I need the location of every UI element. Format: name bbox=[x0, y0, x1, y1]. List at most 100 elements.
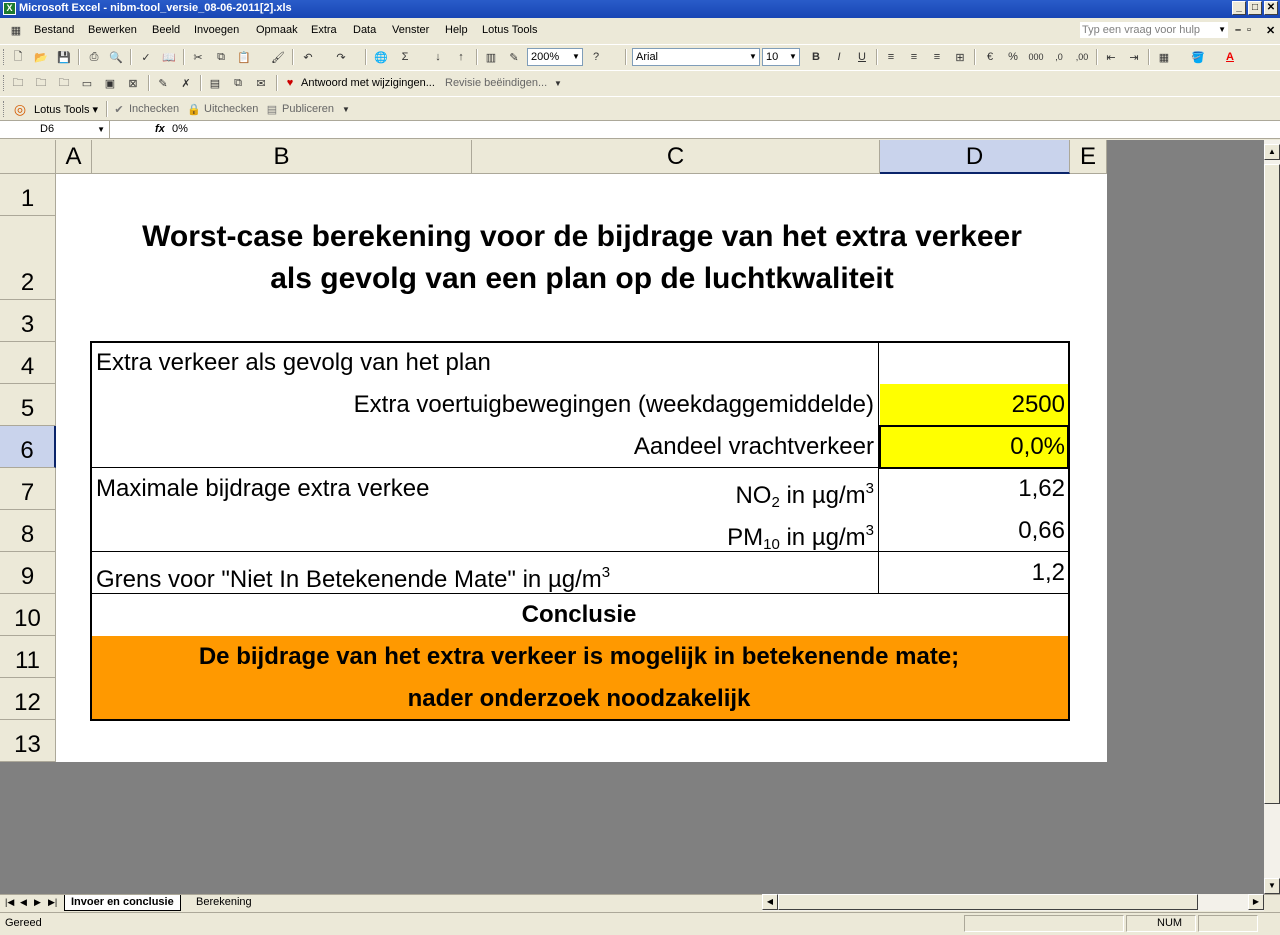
excel-app-icon[interactable]: X bbox=[3, 2, 16, 15]
maximize-button[interactable]: □ bbox=[1248, 1, 1262, 15]
row-header-12[interactable]: 12 bbox=[0, 678, 56, 720]
horizontal-scrollbar[interactable]: ◀ ▶ bbox=[762, 894, 1264, 911]
next-sheet-icon[interactable]: ▶ bbox=[34, 897, 41, 908]
zoom-select[interactable]: 200% ▼ bbox=[527, 48, 583, 66]
toolbar-grip[interactable] bbox=[3, 49, 7, 65]
workbook-icon[interactable]: ▦ bbox=[8, 22, 24, 38]
row-header-5[interactable]: 5 bbox=[0, 384, 56, 426]
drawing-icon[interactable]: ✎ bbox=[506, 49, 522, 65]
row-header-3[interactable]: 3 bbox=[0, 300, 56, 342]
italic-button[interactable]: I bbox=[831, 49, 847, 65]
scroll-up-button[interactable]: ▲ bbox=[1264, 144, 1280, 160]
menu-lotus-tools[interactable]: Lotus Tools bbox=[482, 24, 537, 36]
doc-restore-button[interactable]: ▫ bbox=[1247, 24, 1251, 36]
menu-opmaak[interactable]: Opmaak bbox=[256, 24, 298, 36]
row-header-4[interactable]: 4 bbox=[0, 342, 56, 384]
doc-minimize-button[interactable]: – bbox=[1235, 24, 1241, 36]
chart-wizard-icon[interactable]: ▥ bbox=[483, 49, 499, 65]
scroll-left-button[interactable]: ◀ bbox=[762, 894, 778, 910]
font-color-button[interactable]: A bbox=[1222, 49, 1238, 65]
align-center-icon[interactable]: ≡ bbox=[906, 49, 922, 65]
minimize-button[interactable]: _ bbox=[1232, 1, 1246, 15]
chevron-down-icon[interactable]: ▼ bbox=[570, 49, 582, 65]
horizontal-scroll-thumb[interactable] bbox=[778, 894, 1198, 910]
row-header-8[interactable]: 8 bbox=[0, 510, 56, 552]
sort-ascending-icon[interactable]: ↓ bbox=[430, 49, 446, 65]
menu-data[interactable]: Data bbox=[353, 24, 376, 36]
merge-center-icon[interactable]: ⊞ bbox=[952, 49, 968, 65]
reply-with-changes-button[interactable]: Antwoord met wijzigingen... bbox=[301, 77, 435, 89]
cell-d9-nibm-limit[interactable]: 1,2 bbox=[1032, 552, 1065, 594]
conclusion-text-line-1[interactable]: De bijdrage van het extra verkeer is mog… bbox=[90, 636, 1068, 678]
row-header-9[interactable]: 9 bbox=[0, 552, 56, 594]
format-painter-icon[interactable]: 🖌 bbox=[270, 49, 286, 65]
print-icon[interactable]: ⎙ bbox=[86, 49, 102, 65]
new-file-icon[interactable]: 🗋 bbox=[10, 49, 26, 65]
cell-d5-vehicle-movements[interactable]: 2500 bbox=[1012, 384, 1065, 426]
cell-b4[interactable]: Extra verkeer als gevolg van het plan bbox=[96, 342, 491, 384]
open-folder-icon[interactable]: 📂 bbox=[33, 49, 49, 65]
end-review-button[interactable]: Revisie beëindigen... bbox=[445, 77, 547, 89]
cell-c6[interactable]: Aandeel vrachtverkeer bbox=[634, 426, 874, 468]
cell-grid[interactable]: Worst-case berekening voor de bijdrage v… bbox=[56, 174, 1107, 762]
mail-recipient-icon[interactable]: ✉ bbox=[253, 75, 269, 91]
undo-icon[interactable]: ↶ bbox=[300, 49, 316, 65]
menu-bestand[interactable]: Bestand bbox=[34, 24, 74, 36]
sort-descending-icon[interactable]: ↑ bbox=[453, 49, 469, 65]
delete-ink-icon[interactable]: ✗ bbox=[178, 75, 194, 91]
select-all-button[interactable] bbox=[0, 140, 56, 174]
lotus-tools-dropdown[interactable]: Lotus Tools ▾ bbox=[34, 103, 98, 116]
toolbar-grip[interactable] bbox=[3, 101, 7, 117]
font-size-select[interactable]: 10 ▼ bbox=[762, 48, 800, 66]
row-header-11[interactable]: 11 bbox=[0, 636, 56, 678]
print-preview-icon[interactable]: 🔍 bbox=[108, 49, 124, 65]
row-header-10[interactable]: 10 bbox=[0, 594, 56, 636]
menu-help[interactable]: Help bbox=[445, 24, 468, 36]
chevron-down-icon[interactable]: ▼ bbox=[747, 49, 759, 65]
last-sheet-icon[interactable]: ▶| bbox=[48, 897, 57, 908]
paste-icon[interactable]: 📋 bbox=[236, 49, 252, 65]
underline-button[interactable]: U bbox=[854, 49, 870, 65]
help-icon[interactable]: ? bbox=[588, 49, 604, 65]
tab-berekening[interactable]: Berekening bbox=[190, 895, 258, 910]
column-header-d[interactable]: D bbox=[880, 140, 1070, 174]
formula-input[interactable]: 0% bbox=[172, 121, 188, 138]
row-header-6[interactable]: 6 bbox=[0, 426, 56, 468]
first-sheet-icon[interactable]: |◀ bbox=[5, 897, 14, 908]
font-name-select[interactable]: Arial ▼ bbox=[632, 48, 760, 66]
hyperlink-icon[interactable]: 🌐 bbox=[373, 49, 389, 65]
autosum-icon[interactable]: Σ bbox=[397, 49, 413, 65]
toolbar-options-icon[interactable]: ▼ bbox=[550, 75, 566, 91]
save-icon[interactable]: 💾 bbox=[56, 49, 72, 65]
tab-invoer-en-conclusie[interactable]: Invoer en conclusie bbox=[64, 895, 181, 911]
vertical-scroll-thumb[interactable] bbox=[1264, 164, 1280, 804]
vertical-scrollbar[interactable]: ▲ ▼ bbox=[1264, 140, 1280, 894]
conclusion-text-line-2[interactable]: nader onderzoek noodzakelijk bbox=[90, 678, 1068, 720]
decrease-indent-icon[interactable]: ⇤ bbox=[1103, 49, 1119, 65]
column-header-b[interactable]: B bbox=[92, 140, 472, 174]
menu-venster[interactable]: Venster bbox=[392, 24, 429, 36]
track-changes-icon[interactable]: ▤ bbox=[207, 75, 223, 91]
prev-sheet-icon[interactable]: ◀ bbox=[20, 897, 27, 908]
cell-b7[interactable]: Maximale bijdrage extra verkee bbox=[96, 468, 429, 510]
cell-d7-no2-value[interactable]: 1,62 bbox=[1018, 468, 1065, 510]
cell-c8[interactable]: PM10 in µg/m3 bbox=[727, 510, 874, 566]
show-comment-icon[interactable]: ▭ bbox=[79, 75, 95, 91]
conclusion-header[interactable]: Conclusie bbox=[90, 594, 1068, 636]
publish-button[interactable]: Publiceren bbox=[282, 103, 334, 115]
toolbar-grip[interactable] bbox=[3, 75, 7, 91]
menu-extra[interactable]: Extra bbox=[311, 24, 337, 36]
new-comment-icon[interactable]: 🗀 bbox=[33, 75, 49, 91]
reply-changes-icon[interactable]: ♥ bbox=[282, 75, 298, 91]
column-header-a[interactable]: A bbox=[56, 140, 92, 174]
thousands-button[interactable]: 000 bbox=[1028, 49, 1044, 65]
bold-button[interactable]: B bbox=[808, 49, 824, 65]
help-search-input[interactable]: Typ een vraag voor hulp ▼ bbox=[1080, 22, 1228, 38]
toolbar-options-icon[interactable]: ▼ bbox=[338, 101, 354, 117]
name-box[interactable]: D6 ▼ bbox=[0, 121, 110, 138]
menu-invoegen[interactable]: Invoegen bbox=[194, 24, 239, 36]
show-all-comments-icon[interactable]: ▣ bbox=[102, 75, 118, 91]
function-icon[interactable]: fx bbox=[155, 121, 165, 138]
copy-icon[interactable]: ⧉ bbox=[213, 49, 229, 65]
row-header-1[interactable]: 1 bbox=[0, 174, 56, 216]
